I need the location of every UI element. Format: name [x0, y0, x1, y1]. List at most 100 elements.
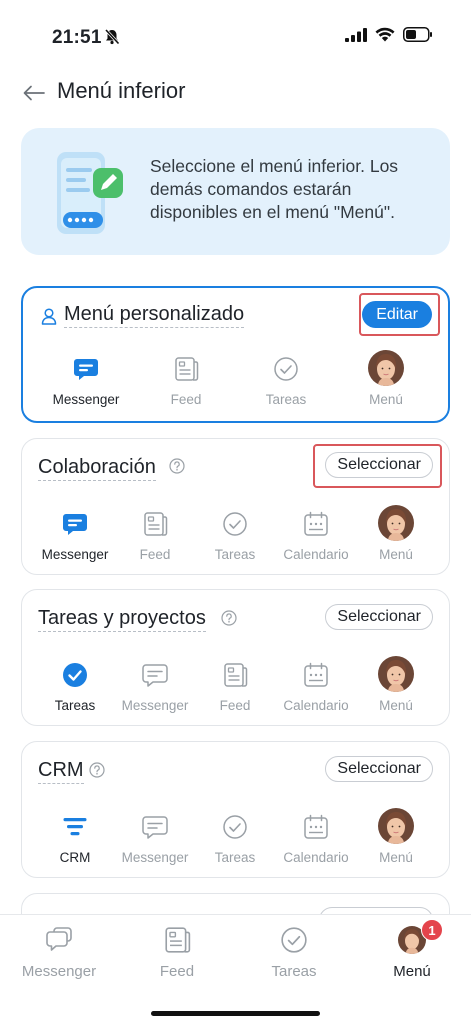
- preset-card-tasks-projects[interactable]: Tareas y proyectos Seleccionar Tareas Me…: [21, 589, 450, 726]
- header: Menú inferior: [0, 76, 471, 110]
- info-banner: Seleccione el menú inferior. Los demás c…: [21, 128, 450, 255]
- notification-badge: 1: [421, 919, 443, 941]
- tasks-icon: [272, 355, 300, 383]
- back-arrow-icon[interactable]: [20, 79, 48, 107]
- preset-item-label: Tareas: [54, 698, 96, 713]
- tab-messenger[interactable]: Messenger: [9, 925, 109, 985]
- tab-label: Feed: [159, 963, 195, 980]
- preset-card-collaboration[interactable]: Colaboración Seleccionar Messenger Feed …: [21, 438, 450, 575]
- avatar: [378, 656, 414, 692]
- preset-item-label: Menú: [379, 698, 413, 713]
- calendar-icon: [302, 661, 330, 689]
- preset-item-messenger: Messenger: [110, 661, 200, 723]
- preset-item-label: Feed: [170, 392, 202, 407]
- page-title: Menú inferior: [57, 78, 186, 103]
- messenger-icon: [72, 355, 100, 383]
- preset-item-tasks: Tareas: [241, 355, 331, 417]
- home-indicator: [151, 1011, 320, 1016]
- preset-item-label: Menú: [379, 547, 413, 562]
- preset-item-menu: Menú: [351, 656, 441, 723]
- signal-icon: [345, 27, 367, 47]
- preset-title: Menú personalizado: [64, 303, 245, 328]
- help-icon[interactable]: [221, 610, 237, 631]
- preset-item-label: Feed: [219, 698, 251, 713]
- calendar-icon: [302, 510, 330, 538]
- messenger-icon: [141, 813, 169, 841]
- avatar: [378, 808, 414, 844]
- crm-funnel-icon: [61, 813, 89, 841]
- preset-item-label: CRM: [59, 850, 91, 865]
- preset-item-tasks: Tareas: [30, 661, 120, 723]
- preset-item-tasks: Tareas: [190, 510, 280, 572]
- preset-item-messenger: Messenger: [30, 510, 120, 572]
- preset-item-messenger: Messenger: [41, 355, 131, 417]
- preset-item-calendar: Calendario: [271, 510, 361, 572]
- tasks-check-icon: [61, 661, 89, 689]
- highlight-frame: [313, 444, 442, 488]
- tasks-icon: [221, 813, 249, 841]
- info-text: Seleccione el menú inferior. Los demás c…: [150, 156, 399, 222]
- preset-item-label: Messenger: [121, 698, 189, 713]
- status-time: 21:51: [52, 27, 102, 48]
- phone-edit-illustration: [49, 146, 149, 240]
- preset-item-label: Messenger: [41, 547, 109, 562]
- avatar: [378, 505, 414, 541]
- preset-item-feed: Feed: [141, 355, 231, 417]
- tab-label: Messenger: [21, 963, 97, 980]
- preset-items: Messenger Feed Tareas Menú: [23, 350, 450, 417]
- messenger-icon: [141, 661, 169, 689]
- messenger-icon: [45, 925, 73, 955]
- preset-item-label: Calendario: [283, 698, 349, 713]
- preset-item-crm: CRM: [30, 813, 120, 875]
- preset-title: Tareas y proyectos: [38, 607, 206, 632]
- messenger-icon: [61, 510, 89, 538]
- tab-tasks[interactable]: Tareas: [244, 925, 344, 985]
- preset-item-menu: Menú: [351, 505, 441, 572]
- select-button[interactable]: Seleccionar: [325, 756, 433, 782]
- feed-icon: [141, 510, 169, 538]
- preset-item-menu: Menú: [351, 808, 441, 875]
- battery-icon: [403, 27, 433, 47]
- tab-label: Tareas: [271, 963, 317, 980]
- preset-item-tasks: Tareas: [190, 813, 280, 875]
- user-icon: [41, 308, 57, 330]
- preset-item-label: Tareas: [265, 392, 307, 407]
- help-icon[interactable]: [169, 458, 185, 479]
- preset-item-label: Messenger: [121, 850, 189, 865]
- preset-item-label: Tareas: [214, 547, 256, 562]
- preset-item-messenger: Messenger: [110, 813, 200, 875]
- feed-icon: [163, 925, 191, 955]
- wifi-icon: [375, 27, 395, 47]
- preset-item-label: Tareas: [214, 850, 256, 865]
- preset-item-label: Messenger: [52, 392, 120, 407]
- tab-menu[interactable]: 1 Menú: [362, 919, 462, 985]
- avatar: [368, 350, 404, 386]
- preset-title: Colaboración: [38, 456, 156, 481]
- tab-label: Menú: [393, 963, 431, 980]
- status-bar: 21:51: [0, 0, 471, 70]
- bell-muted-icon: [103, 28, 121, 51]
- preset-item-menu: Menú: [341, 350, 431, 417]
- preset-card-custom[interactable]: Menú personalizado Editar Messenger Feed…: [21, 286, 450, 423]
- preset-item-feed: Feed: [190, 661, 280, 723]
- preset-item-calendar: Calendario: [271, 813, 361, 875]
- preset-card-crm[interactable]: CRM Seleccionar CRM Messenger Tareas Cal…: [21, 741, 450, 878]
- preset-items: Messenger Feed Tareas Calendario Menú: [22, 505, 449, 572]
- select-button[interactable]: Seleccionar: [325, 604, 433, 630]
- preset-items: Tareas Messenger Feed Calendario Menú: [22, 656, 449, 723]
- tasks-icon: [280, 925, 308, 955]
- preset-item-label: Calendario: [283, 850, 349, 865]
- help-icon[interactable]: [89, 762, 105, 783]
- preset-item-label: Feed: [139, 547, 171, 562]
- preset-item-label: Menú: [369, 392, 403, 407]
- tab-feed[interactable]: Feed: [127, 925, 227, 985]
- feed-icon: [172, 355, 200, 383]
- preset-item-label: Calendario: [283, 547, 349, 562]
- preset-items: CRM Messenger Tareas Calendario Menú: [22, 808, 449, 875]
- preset-item-feed: Feed: [110, 510, 200, 572]
- highlight-frame: [359, 293, 440, 336]
- feed-icon: [221, 661, 249, 689]
- preset-title: CRM: [38, 759, 84, 784]
- preset-item-label: Menú: [379, 850, 413, 865]
- preset-item-calendar: Calendario: [271, 661, 361, 723]
